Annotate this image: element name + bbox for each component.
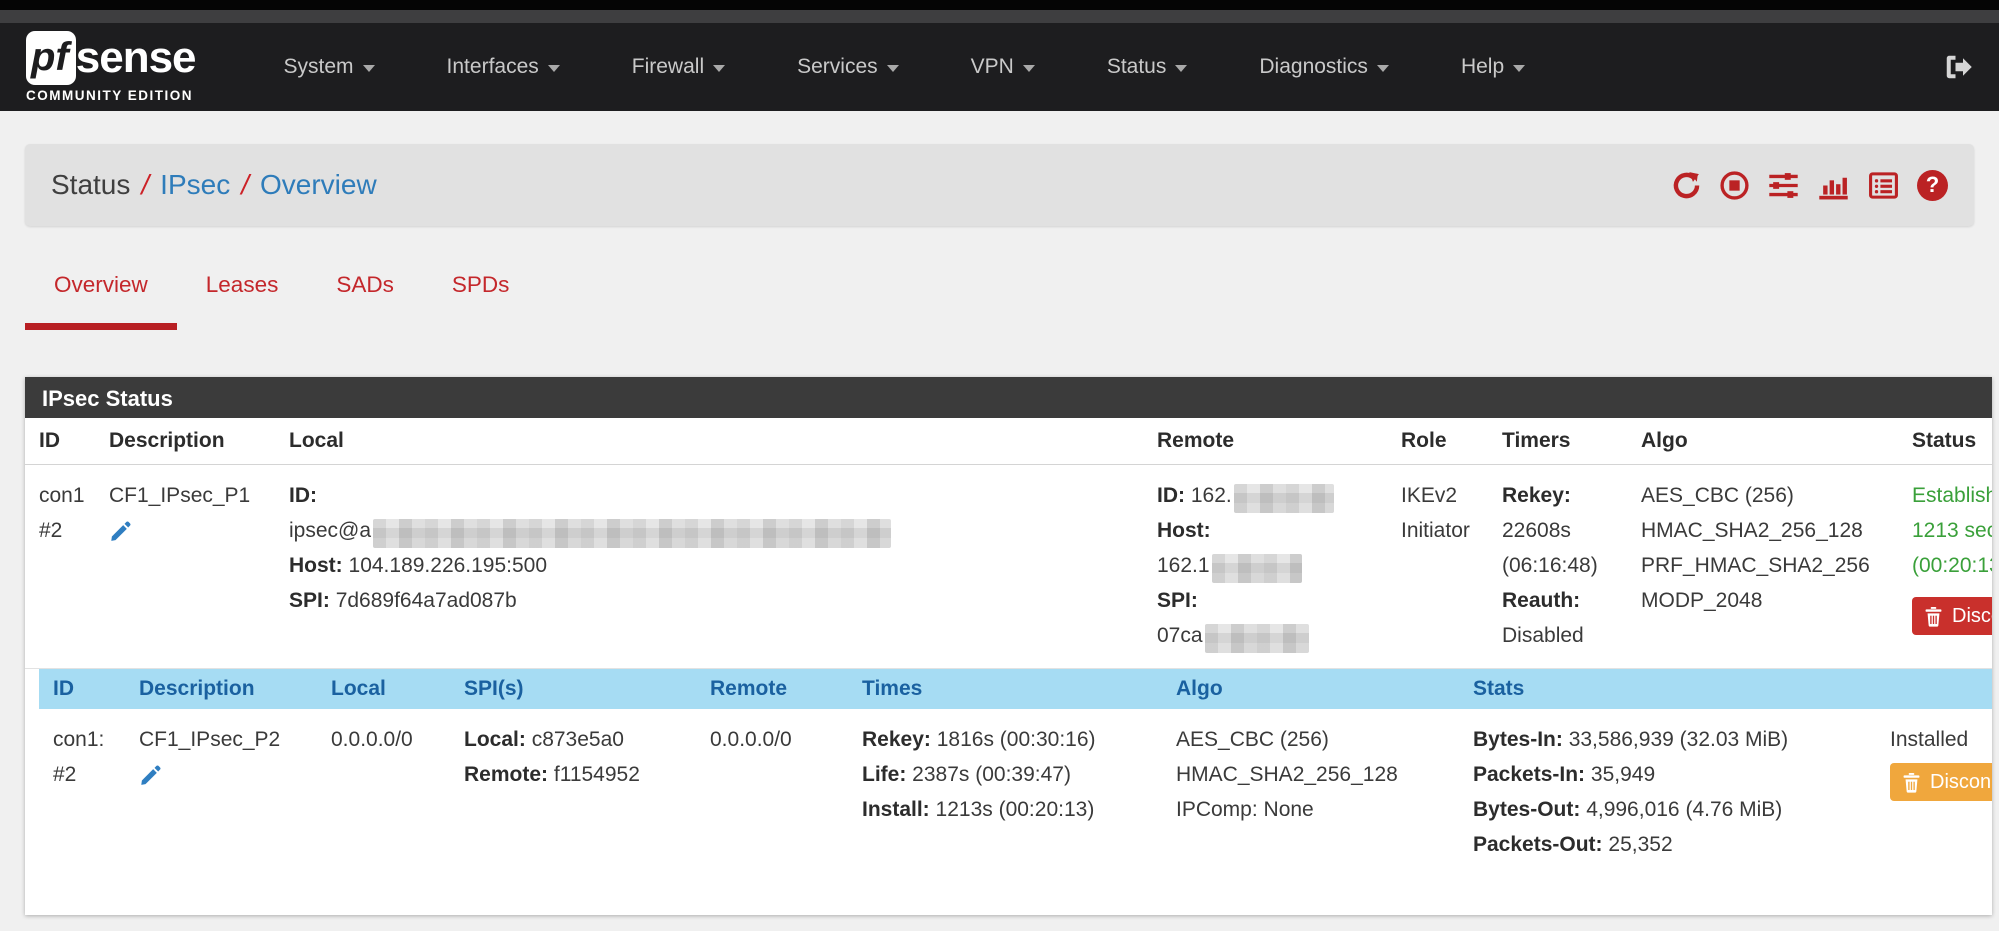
cell-description: CF1_IPsec_P1 <box>101 465 281 667</box>
cell-local: 0.0.0.0/0 <box>323 709 456 875</box>
tab-overview[interactable]: Overview <box>25 272 177 330</box>
trash-icon <box>1902 772 1921 793</box>
edit-pencil-icon[interactable] <box>139 763 162 798</box>
cell-description: CF1_IPsec_P2 <box>131 709 323 875</box>
col-spis: SPI(s) <box>456 669 702 709</box>
cell-status: Installed Disconnect <box>1882 709 1992 875</box>
menu-diagnostics[interactable]: Diagnostics <box>1223 41 1425 93</box>
tab-leases[interactable]: Leases <box>177 272 308 330</box>
breadcrumb-status: Status <box>51 169 130 201</box>
child-sa-row: con1: #2 CF1_IPsec_P2 0.0.0.0/0 Local: c… <box>39 709 1992 875</box>
cell-role: IKEv2 Initiator <box>1393 465 1494 667</box>
redacted-area <box>1212 554 1302 583</box>
col-algo: Algo <box>1633 418 1904 465</box>
cell-id: con1 #2 <box>25 465 101 667</box>
menu-services[interactable]: Services <box>761 41 935 93</box>
cell-status: Established 1213 seconds (00:20:13) Disc… <box>1904 465 1992 667</box>
cell-id: con1: #2 <box>39 709 131 875</box>
col-description: Description <box>131 669 323 709</box>
child-sa-section: ID Description Local SPI(s) Remote Times… <box>25 668 1992 875</box>
cell-remote: 0.0.0.0/0 <box>702 709 854 875</box>
col-algo: Algo <box>1168 669 1465 709</box>
tab-sads[interactable]: SADs <box>307 272 423 330</box>
ipsec-subtabs: Overview Leases SADs SPDs <box>25 272 1999 330</box>
cell-algo: AES_CBC (256) HMAC_SHA2_256_128 PRF_HMAC… <box>1633 465 1904 667</box>
redacted-area <box>373 519 891 548</box>
logo-sense: sense <box>76 36 196 80</box>
chevron-down-icon <box>363 65 375 72</box>
sign-out-icon[interactable] <box>1943 52 1973 82</box>
tab-spds[interactable]: SPDs <box>423 272 539 330</box>
cell-stats: Bytes-In: 33,586,939 (32.03 MiB) Packets… <box>1465 709 1882 875</box>
col-timers: Timers <box>1494 418 1633 465</box>
sliders-icon[interactable] <box>1767 170 1800 201</box>
chevron-down-icon <box>1377 65 1389 72</box>
col-status: Status <box>1904 418 1992 465</box>
breadcrumb-ipsec-link[interactable]: IPsec <box>160 169 230 201</box>
chevron-down-icon <box>548 65 560 72</box>
disconnect-button[interactable]: Disconnect <box>1912 597 1992 635</box>
window-title-strip <box>0 10 1999 23</box>
chevron-down-icon <box>1513 65 1525 72</box>
status-badge: Installed <box>1890 722 1992 757</box>
col-status <box>1882 669 1992 709</box>
redacted-area <box>1234 484 1334 513</box>
col-local: Local <box>323 669 456 709</box>
menu-system[interactable]: System <box>248 41 411 93</box>
cell-spis: Local: c873e5a0 Remote: f1154952 <box>456 709 702 875</box>
cell-times: Rekey: 1816s (00:30:16) Life: 2387s (00:… <box>854 709 1168 875</box>
col-times: Times <box>854 669 1168 709</box>
log-list-icon[interactable] <box>1867 170 1900 201</box>
breadcrumb-separator: / <box>141 169 149 201</box>
main-menu: System Interfaces Firewall Services VPN … <box>248 41 1562 93</box>
panel-title: IPsec Status <box>25 377 1992 418</box>
menu-status[interactable]: Status <box>1071 41 1224 93</box>
menu-interfaces[interactable]: Interfaces <box>411 41 596 93</box>
col-local: Local <box>281 418 1149 465</box>
chevron-down-icon <box>713 65 725 72</box>
ike-sa-row: con1 #2 CF1_IPsec_P1 ID: ipsec@a Host: 1… <box>25 465 1992 667</box>
child-sa-table: ID Description Local SPI(s) Remote Times… <box>39 669 1992 875</box>
col-role: Role <box>1393 418 1494 465</box>
col-id: ID <box>25 418 101 465</box>
pfsense-logo[interactable]: pf sense COMMUNITY EDITION <box>26 31 196 103</box>
menu-vpn[interactable]: VPN <box>935 41 1071 93</box>
menu-firewall[interactable]: Firewall <box>596 41 761 93</box>
logo-subtitle: COMMUNITY EDITION <box>26 88 196 103</box>
trash-icon <box>1924 606 1943 627</box>
window-top-strip <box>0 0 1999 10</box>
bar-chart-icon[interactable] <box>1817 170 1850 201</box>
edit-pencil-icon[interactable] <box>109 519 132 554</box>
cell-algo: AES_CBC (256) HMAC_SHA2_256_128 IPComp: … <box>1168 709 1465 875</box>
col-remote: Remote <box>1149 418 1393 465</box>
cell-local: ID: ipsec@a Host: 104.189.226.195:500 SP… <box>281 465 1149 667</box>
chevron-down-icon <box>1023 65 1035 72</box>
redacted-area <box>1205 624 1309 653</box>
breadcrumb-separator: / <box>241 169 249 201</box>
col-id: ID <box>39 669 131 709</box>
breadcrumb-overview-link[interactable]: Overview <box>260 169 377 201</box>
disconnect-button[interactable]: Disconnect <box>1890 763 1992 801</box>
help-icon[interactable]: ? <box>1917 170 1948 201</box>
top-navbar: pf sense COMMUNITY EDITION System Interf… <box>0 23 1999 111</box>
breadcrumb: Status / IPsec / Overview <box>51 169 377 201</box>
logo-pf: pf <box>26 31 76 85</box>
page-action-icons: ? <box>1671 170 1948 201</box>
chevron-down-icon <box>887 65 899 72</box>
menu-help[interactable]: Help <box>1425 41 1561 93</box>
cell-remote: ID: 162. Host: 162.1 SPI: 07ca <box>1149 465 1393 667</box>
ipsec-status-panel: IPsec Status ID Description Local Remote… <box>25 377 1992 915</box>
col-description: Description <box>101 418 281 465</box>
refresh-icon[interactable] <box>1671 170 1702 201</box>
chevron-down-icon <box>1175 65 1187 72</box>
cell-timers: Rekey: 22608s (06:16:48) Reauth: Disable… <box>1494 465 1633 667</box>
breadcrumb-bar: Status / IPsec / Overview ? <box>25 144 1974 226</box>
col-stats: Stats <box>1465 669 1882 709</box>
col-remote: Remote <box>702 669 854 709</box>
stop-icon[interactable] <box>1719 170 1750 201</box>
ike-sa-table: ID Description Local Remote Role Timers … <box>25 418 1992 666</box>
